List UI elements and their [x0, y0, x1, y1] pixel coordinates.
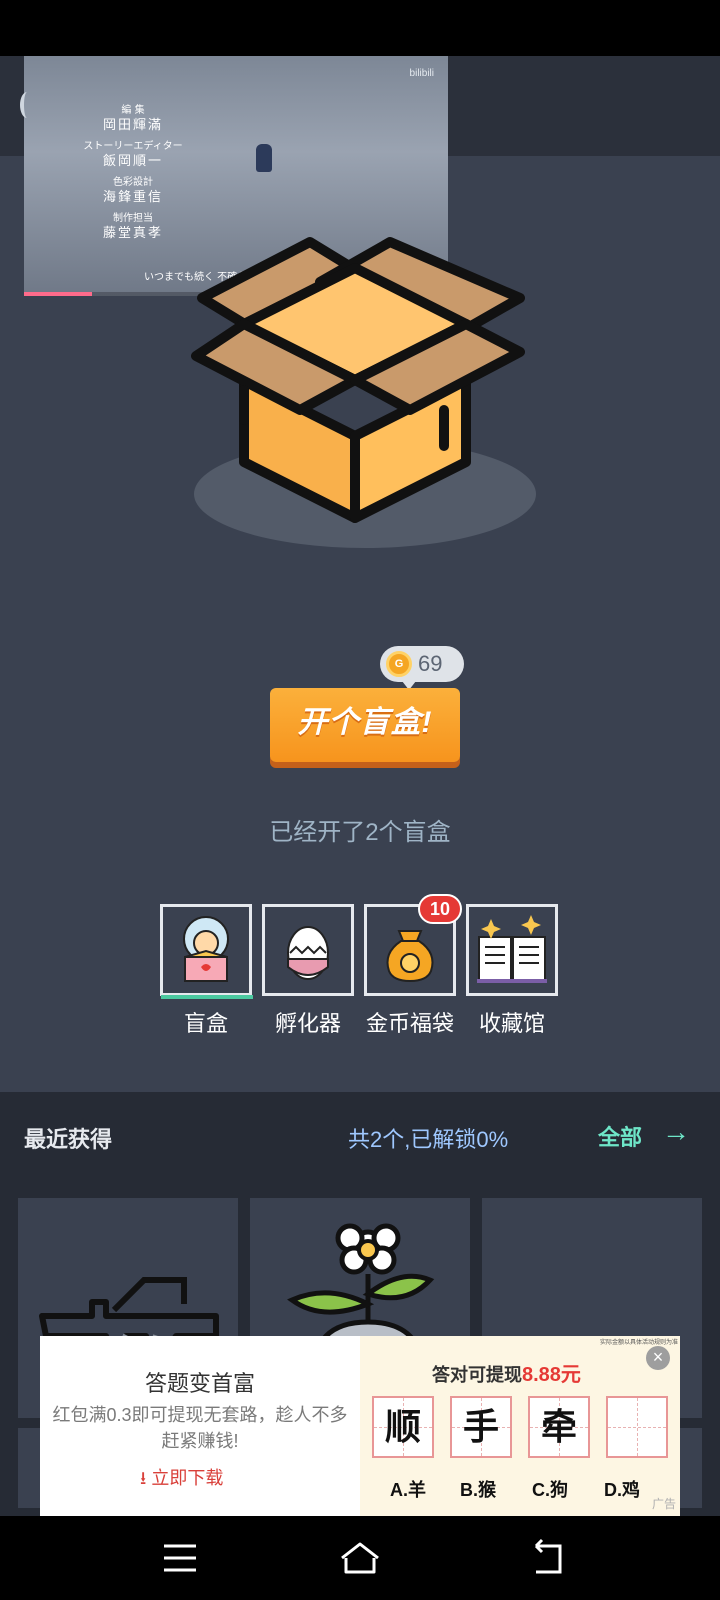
ad-text-panel: 答题变首富 红包满0.3即可提现无套路，趁人不多赶紧赚钱! ⭳ 立即下载 — [40, 1336, 360, 1516]
tab-icon-frame — [160, 904, 253, 999]
view-all-link[interactable]: 全部 — [598, 1120, 642, 1152]
credit-role: 色彩設計 — [113, 177, 153, 188]
ad-fine-print: 实际金额以具体活动规则为准 — [599, 1340, 678, 1346]
quiz-option[interactable]: A.羊 — [390, 1476, 426, 1502]
quiz-char: 顺 — [384, 1406, 421, 1447]
quiz-char-cell: 顺 — [372, 1396, 434, 1458]
ad-download-label: 立即下载 — [151, 1468, 224, 1488]
feature-tabs: 盲盒 孵化器 金币福袋 收藏馆 — [160, 904, 560, 1044]
tab-coin-bag[interactable]: 金币福袋 — [364, 904, 456, 1038]
ad-label: 广告 — [651, 1497, 676, 1511]
recent-title: 最近获得 — [24, 1127, 113, 1152]
credit-name: 飯岡順一 — [102, 154, 163, 169]
credit-name: 岡田輝滿 — [102, 118, 163, 133]
recent-stat: 共2个,已解锁0% — [348, 1127, 509, 1152]
status-bar — [0, 0, 720, 56]
quiz-char: 牵 — [540, 1406, 577, 1447]
tab-label: 盲盒 — [183, 1011, 228, 1036]
ad-headline: 答对可提现8.88元 — [432, 1358, 581, 1387]
coin-icon: G — [386, 651, 412, 677]
tab-label: 收藏馆 — [478, 1011, 545, 1036]
ad-banner[interactable]: 答题变首富 红包满0.3即可提现无套路，趁人不多赶紧赚钱! ⭳ 立即下载 实际金… — [40, 1336, 680, 1516]
quiz-char-cell: 手 — [450, 1396, 512, 1458]
open-blind-box-button[interactable]: 开个盲盒! — [270, 688, 460, 762]
video-character — [256, 144, 272, 172]
quiz-option[interactable]: C.狗 — [532, 1476, 568, 1502]
ad-headline-text: 答对可提现 — [432, 1365, 522, 1385]
tab-icon-frame — [262, 904, 354, 996]
ad-quiz-panel: 实际金额以具体活动规则为准 答对可提现8.88元 × 顺 手 牵 A.羊 B.猴… — [360, 1336, 680, 1516]
back-icon[interactable] — [20, 92, 34, 118]
active-tab-underline — [161, 995, 253, 999]
download-icon: ⭳ — [140, 1468, 147, 1488]
ad-download-button[interactable]: ⭳ 立即下载 — [140, 1464, 223, 1496]
tab-collection[interactable]: 收藏馆 — [466, 904, 558, 1038]
credit-role: ストーリーエディター — [83, 141, 183, 152]
quiz-char: 手 — [462, 1406, 499, 1447]
video-watermark: bilibili — [409, 68, 434, 79]
tab-label: 金币福袋 — [365, 1011, 454, 1036]
tab-icon-frame — [466, 904, 558, 996]
home-icon[interactable] — [338, 1536, 382, 1580]
quiz-option[interactable]: D.鸡 — [604, 1476, 640, 1502]
video-progress-bar — [24, 292, 92, 296]
ad-amount: 8.88元 — [522, 1364, 581, 1386]
system-nav-bar — [0, 1516, 720, 1600]
menu-icon[interactable] — [158, 1536, 202, 1580]
credit-role: 編 集 — [121, 105, 145, 116]
quiz-option[interactable]: B.猴 — [460, 1476, 496, 1502]
coin-balance-bubble: G 69 — [380, 646, 464, 690]
video-credits: 編 集 岡田輝滿 ストーリーエディター 飯岡順一 色彩設計 海鋒重信 制作担当 … — [68, 104, 198, 248]
back-nav-icon[interactable] — [526, 1536, 570, 1580]
notification-badge: 10 — [418, 894, 462, 924]
credit-name: 藤堂真孝 — [102, 226, 163, 241]
opened-count-text: 已经开了2个盲盒 — [269, 819, 451, 846]
blind-box-icon — [191, 237, 525, 523]
credit-name: 海鋒重信 — [102, 190, 163, 205]
open-book-icon — [477, 915, 547, 983]
ad-description: 红包满0.3即可提现无套路，趁人不多赶紧赚钱! — [52, 1405, 348, 1451]
quiz-char-cell: 牵 — [528, 1396, 590, 1458]
page: bilibili 編 集 岡田輝滿 ストーリーエディター 飯岡順一 色彩設計 海… — [0, 0, 720, 1600]
credit-role: 制作担当 — [113, 213, 153, 224]
tab-blind-box[interactable]: 盲盒 — [160, 904, 253, 1038]
close-icon[interactable]: × — [646, 1346, 670, 1370]
tab-incubator[interactable]: 孵化器 — [262, 904, 354, 1038]
egg-icon — [287, 926, 329, 980]
tab-label: 孵化器 — [274, 1011, 341, 1036]
arrow-right-icon[interactable]: → — [662, 1116, 690, 1148]
blind-box-toy-icon — [183, 916, 229, 982]
coin-count: 69 — [418, 651, 443, 676]
quiz-char-blank — [606, 1396, 668, 1458]
ad-title: 答题变首富 — [144, 1371, 255, 1396]
